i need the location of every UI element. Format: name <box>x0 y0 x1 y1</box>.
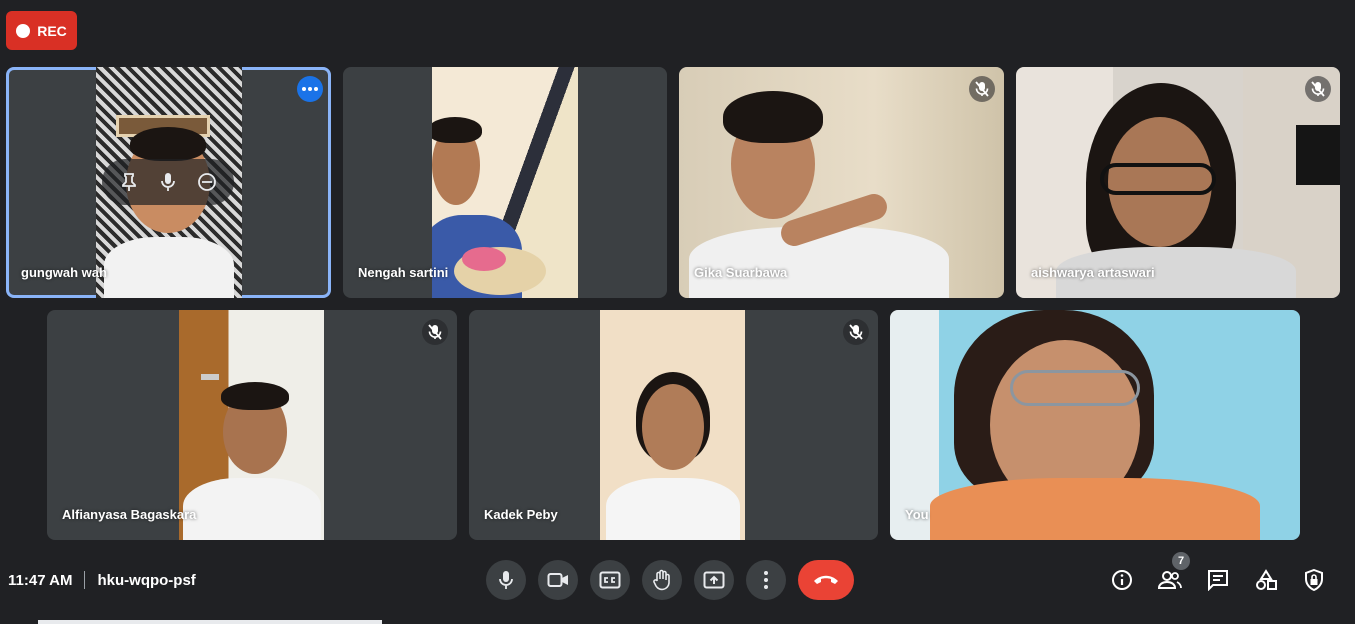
microphone-icon[interactable] <box>152 166 184 198</box>
chat-button[interactable] <box>1202 564 1234 596</box>
hair-shape <box>723 91 823 143</box>
mic-off-icon <box>843 319 869 345</box>
more-options-icon <box>764 571 768 589</box>
raise-hand-icon <box>653 569 670 591</box>
participant-tile[interactable]: Gika Suarbawa <box>679 67 1004 298</box>
captions-icon <box>599 571 621 589</box>
participant-video <box>179 310 324 540</box>
shirt-shape <box>606 478 740 540</box>
mic-off-icon <box>1305 76 1331 102</box>
participant-tile[interactable]: Nengah sartini <box>343 67 667 298</box>
participant-video <box>1016 67 1340 298</box>
record-dot-icon <box>16 23 31 38</box>
mic-off-icon <box>969 76 995 102</box>
chat-icon <box>1208 570 1228 591</box>
shirt-shape <box>930 478 1260 540</box>
meeting-code: hku-wqpo-psf <box>97 571 196 589</box>
captions-button[interactable] <box>590 560 630 600</box>
shield-lock-icon <box>1305 569 1323 591</box>
hair-shape <box>221 382 289 410</box>
meeting-info: 11:47 AM hku-wqpo-psf <box>8 571 196 589</box>
recording-label: REC <box>37 22 67 39</box>
tile-hover-controls <box>102 159 234 205</box>
bottom-toolbar: 11:47 AM hku-wqpo-psf <box>0 556 1355 604</box>
microphone-icon <box>499 571 513 589</box>
divider <box>84 571 86 589</box>
activities-icon <box>1256 569 1277 590</box>
people-icon <box>1157 571 1182 589</box>
door-handle-shape <box>201 374 219 380</box>
camera-icon <box>547 573 568 587</box>
participant-tile[interactable]: aishwarya artaswari <box>1016 67 1340 298</box>
participant-tile[interactable]: You <box>890 310 1300 540</box>
remove-icon[interactable] <box>191 166 223 198</box>
face-shape <box>642 384 704 470</box>
end-call-icon <box>814 575 838 584</box>
participant-video <box>679 67 1004 298</box>
pin-icon[interactable] <box>113 166 145 198</box>
present-icon <box>703 571 725 589</box>
hair-shape <box>432 117 482 143</box>
flowers-shape <box>462 247 506 271</box>
participant-tile[interactable]: Kadek Peby <box>469 310 878 540</box>
info-icon <box>1112 570 1132 590</box>
participant-name: aishwarya artaswari <box>1031 265 1155 280</box>
participant-name: Alfianyasa Bagaskara <box>62 507 197 522</box>
glasses-shape <box>1010 370 1140 406</box>
shirt-shape <box>183 478 321 540</box>
participant-video <box>890 310 1300 540</box>
participant-name: Gika Suarbawa <box>694 265 788 280</box>
camera-button[interactable] <box>538 560 578 600</box>
meeting-details-button[interactable] <box>1106 564 1138 596</box>
present-button[interactable] <box>694 560 734 600</box>
clock-time: 11:47 AM <box>8 571 73 589</box>
participant-name: You <box>905 507 929 522</box>
host-controls-button[interactable] <box>1298 564 1330 596</box>
participant-name: Kadek Peby <box>484 507 558 522</box>
activities-button[interactable] <box>1250 564 1282 596</box>
participant-video <box>600 310 745 540</box>
raise-hand-button[interactable] <box>642 560 682 600</box>
glasses-shape <box>1100 163 1216 195</box>
shirt-shape <box>104 237 234 298</box>
mic-off-icon <box>422 319 448 345</box>
participant-video <box>432 67 578 298</box>
tv-shape <box>1296 125 1340 185</box>
end-call-button[interactable] <box>798 560 854 600</box>
participant-tile[interactable]: Alfianyasa Bagaskara <box>47 310 457 540</box>
hair-shape <box>130 127 206 161</box>
microphone-button[interactable] <box>486 560 526 600</box>
more-options-button[interactable] <box>746 560 786 600</box>
more-options-icon[interactable] <box>297 76 323 102</box>
scroll-indicator <box>38 620 382 624</box>
participant-name: Nengah sartini <box>358 265 449 280</box>
participant-name: gungwah wah <box>21 265 107 280</box>
participant-tile[interactable]: gungwah wah <box>6 67 331 298</box>
recording-badge: REC <box>6 11 77 50</box>
participant-count-badge: 7 <box>1172 552 1190 570</box>
